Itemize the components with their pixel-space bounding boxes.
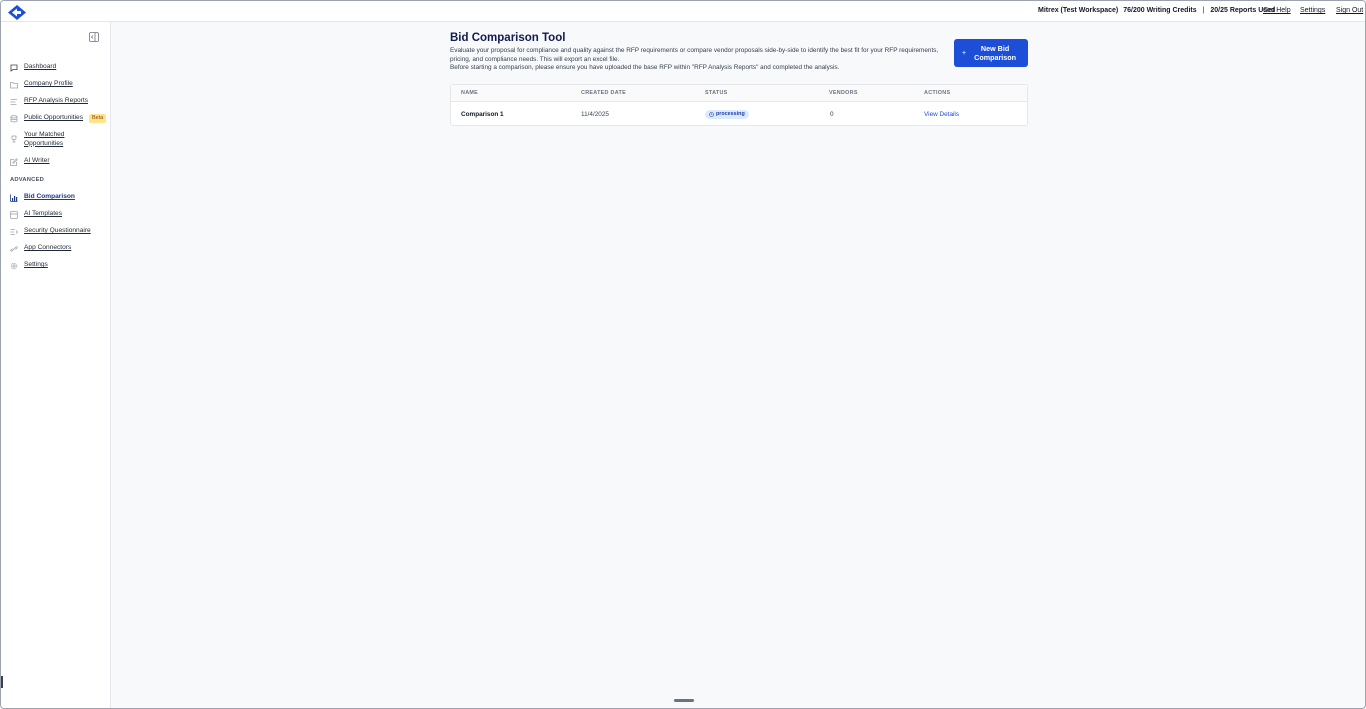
sidebar-item-dashboard[interactable]: Dashboard: [10, 63, 56, 72]
pencil-icon: [10, 158, 18, 166]
column-header-created-date: CREATED DATE: [581, 90, 627, 96]
description-note: Before starting a comparison, please ens…: [450, 64, 840, 72]
database-icon: [10, 115, 18, 123]
sidebar-item-label: Public Opportunities: [24, 114, 84, 121]
column-header-status: STATUS: [705, 90, 728, 96]
table-row: Comparison 1 11/4/2025 processing 0 View…: [451, 102, 1027, 126]
sidebar-item-label: Bid Comparison: [24, 193, 75, 200]
settings-link[interactable]: Settings: [1300, 7, 1325, 14]
vendors-count: 0: [830, 111, 834, 118]
template-icon: [10, 211, 18, 219]
sidebar-item-label: RFP Analysis Reports: [24, 97, 89, 104]
folder-icon: [10, 82, 18, 89]
table-header: NAME CREATED DATE STATUS VENDORS ACTIONS: [451, 85, 1027, 102]
writing-credits: 76/200 Writing Credits: [1123, 7, 1197, 14]
link-icon: [10, 246, 18, 252]
status-badge: processing: [705, 109, 749, 119]
gear-icon: [10, 262, 18, 270]
sidebar-item-ai-templates[interactable]: AI Templates: [10, 210, 62, 219]
sidebar-item-company-profile[interactable]: Company Profile: [10, 80, 73, 89]
sidebar-item-settings[interactable]: Settings: [10, 261, 48, 270]
list-icon: [10, 99, 17, 105]
workspace-name: Mitrex (Test Workspace): [1038, 7, 1119, 14]
top-bar: Mitrex (Test Workspace) 76/200 Writing C…: [1, 1, 1365, 22]
sidebar-item-matched-opportunities[interactable]: Your Matched Opportunities: [10, 131, 84, 148]
advanced-section-label: ADVANCED: [10, 177, 45, 183]
sidebar-item-bid-comparison[interactable]: Bid Comparison: [10, 193, 75, 202]
sidebar-item-rfp-analysis-reports[interactable]: RFP Analysis Reports: [10, 97, 88, 106]
column-header-vendors: VENDORS: [829, 90, 858, 96]
comparison-name: Comparison 1: [461, 111, 504, 118]
new-bid-comparison-button[interactable]: + New Bid Comparison: [954, 39, 1028, 67]
beta-badge: Beta: [89, 114, 107, 123]
page-title: Bid Comparison Tool: [450, 32, 566, 44]
sidebar-item-label: Settings: [24, 261, 48, 268]
column-header-name: NAME: [461, 90, 479, 96]
description-line: Evaluate your proposal for compliance an…: [450, 47, 939, 63]
status-text: processing: [716, 111, 745, 117]
shield-icon: [10, 229, 18, 235]
app-window: Mitrex (Test Workspace) 76/200 Writing C…: [0, 0, 1366, 709]
created-date: 11/4/2025: [581, 111, 609, 118]
sidebar-item-label: Company Profile: [24, 80, 73, 87]
collapse-sidebar-icon[interactable]: [89, 32, 99, 42]
sidebar-item-app-connectors[interactable]: App Connectors: [10, 244, 71, 253]
usage-info: Mitrex (Test Workspace) 76/200 Writing C…: [1038, 7, 1275, 14]
logo-icon[interactable]: [8, 5, 26, 20]
comparisons-table: NAME CREATED DATE STATUS VENDORS ACTIONS…: [450, 84, 1028, 126]
plus-icon: +: [962, 49, 967, 57]
trophy-icon: [11, 135, 17, 143]
clock-icon: [709, 111, 714, 117]
sidebar-item-public-opportunities[interactable]: Public Opportunities Beta: [10, 114, 107, 123]
sidebar-item-label: Your Matched Opportunities: [24, 131, 65, 147]
sign-out-link[interactable]: Sign Out: [1336, 7, 1363, 14]
sidebar-item-label: AI Templates: [24, 210, 62, 217]
sidebar-item-label: AI Writer: [24, 157, 50, 164]
sidebar-item-security-questionnaire[interactable]: Security Questionnaire: [10, 227, 91, 236]
window-edge-marker: [1, 676, 3, 688]
bar-chart-icon: [10, 194, 18, 202]
sidebar-item-ai-writer[interactable]: AI Writer: [10, 157, 50, 166]
chat-bubble-icon: [10, 64, 18, 72]
sidebar-item-label: Dashboard: [24, 63, 57, 70]
page-description: Evaluate your proposal for compliance an…: [450, 47, 945, 73]
column-header-actions: ACTIONS: [924, 90, 951, 96]
resize-handle[interactable]: [674, 699, 694, 702]
sidebar-item-label: Security Questionnaire: [24, 227, 91, 234]
usage-separator: |: [1202, 7, 1205, 14]
get-help-link[interactable]: Get Help: [1263, 7, 1291, 14]
sidebar-item-label: App Connectors: [24, 244, 72, 251]
sidebar: Dashboard Company Profile RFP Analysis R…: [1, 22, 111, 708]
new-bid-comparison-label: New Bid Comparison: [974, 43, 1017, 63]
view-details-link[interactable]: View Details: [924, 111, 959, 118]
